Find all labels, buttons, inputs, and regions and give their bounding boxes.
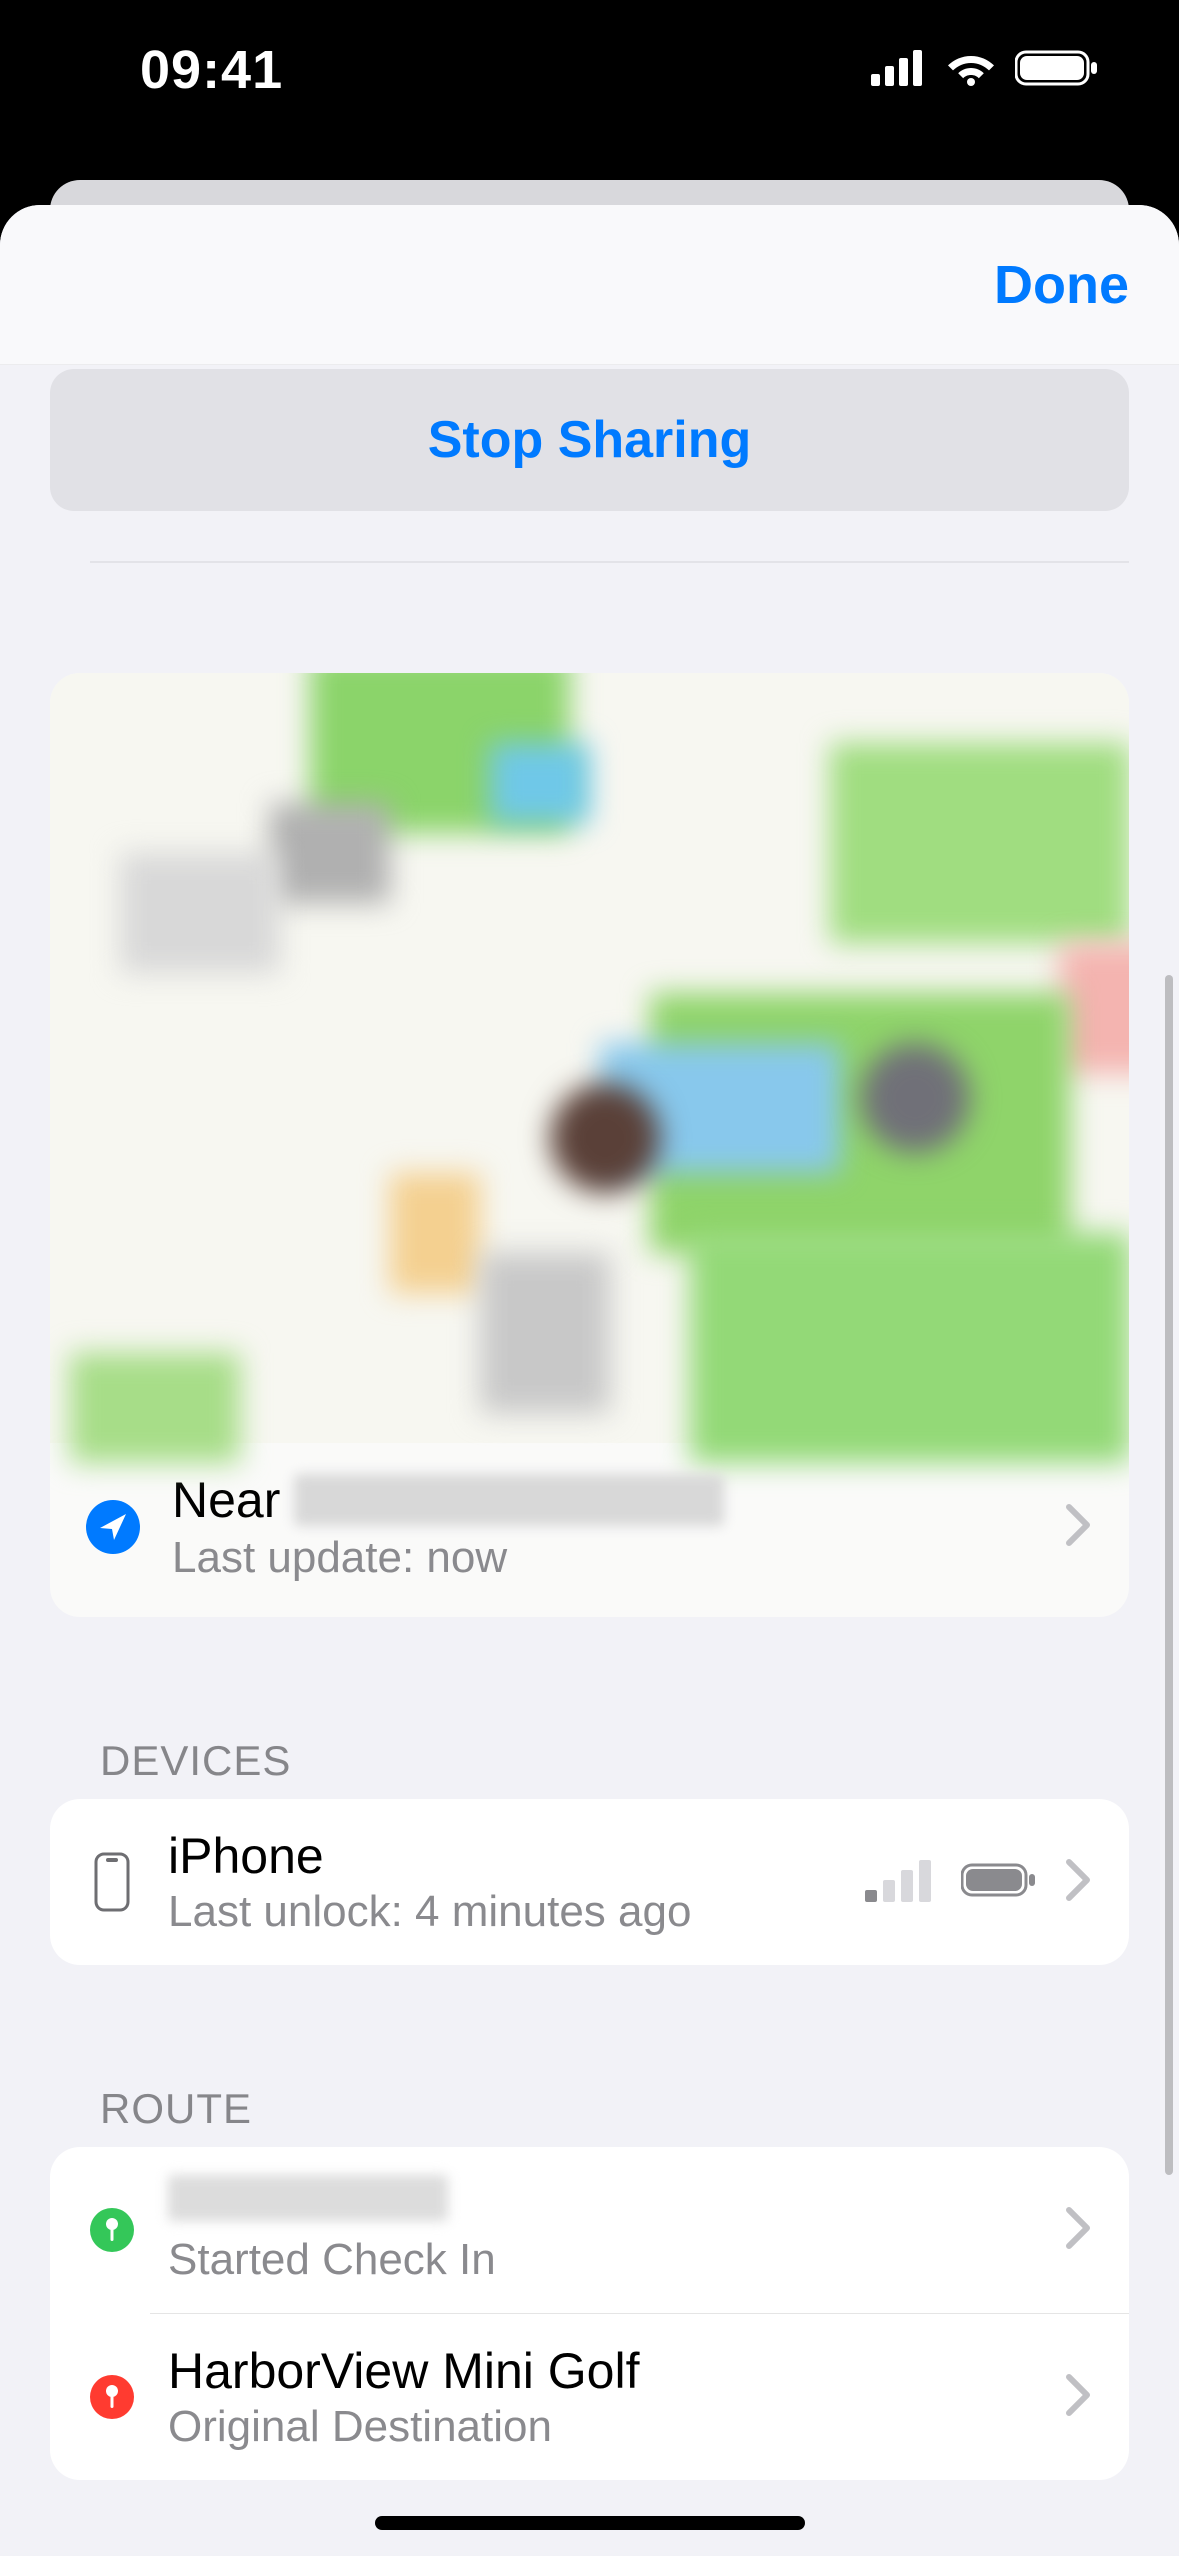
device-name: iPhone — [168, 1827, 835, 1885]
location-arrow-icon — [86, 1500, 140, 1554]
battery-icon — [1015, 49, 1099, 92]
location-near-label: Near — [172, 1471, 1031, 1529]
near-prefix: Near — [172, 1471, 280, 1529]
device-status — [865, 1856, 1093, 1909]
device-sub: Last unlock: 4 minutes ago — [168, 1887, 835, 1937]
chevron-right-icon — [1063, 2371, 1093, 2424]
iphone-icon — [86, 1852, 138, 1912]
route-header: ROUTE — [100, 2085, 1129, 2133]
route-list: Started Check In HarborView Mini Golf — [50, 2147, 1129, 2480]
map-preview[interactable] — [50, 673, 1129, 1443]
home-indicator[interactable] — [375, 2516, 805, 2530]
sheet: Done Stop Sharing — [0, 205, 1179, 2556]
nav-bar: Done — [0, 205, 1179, 365]
device-frame: 09:41 Done Stop Sharing — [0, 0, 1179, 2556]
route-dest-title: HarborView Mini Golf — [168, 2342, 1033, 2400]
location-last-update: Last update: now — [172, 1533, 1031, 1583]
content: Stop Sharing — [0, 369, 1179, 2556]
stop-sharing-button[interactable]: Stop Sharing — [50, 369, 1129, 511]
devices-header: DEVICES — [100, 1737, 1129, 1785]
route-dest-sub: Original Destination — [168, 2402, 1033, 2452]
location-name-redacted — [294, 1474, 724, 1526]
divider — [90, 561, 1129, 563]
map-card: Near Last update: now — [50, 673, 1129, 1617]
devices-list: iPhone Last unlock: 4 minutes ago — [50, 1799, 1129, 1965]
location-row[interactable]: Near Last update: now — [50, 1443, 1129, 1617]
status-bar: 09:41 — [0, 0, 1179, 180]
pin-destination-icon — [90, 2375, 134, 2419]
wifi-icon — [945, 49, 997, 92]
status-right — [871, 49, 1099, 92]
scroll-indicator — [1165, 975, 1173, 2175]
chevron-right-icon — [1063, 1501, 1093, 1554]
route-start-sub: Started Check In — [168, 2235, 1033, 2285]
signal-strength-icon — [865, 1858, 935, 1907]
device-row[interactable]: iPhone Last unlock: 4 minutes ago — [50, 1799, 1129, 1965]
route-start-title — [168, 2175, 1033, 2233]
route-start-redacted — [168, 2175, 448, 2221]
done-button[interactable]: Done — [994, 254, 1129, 316]
route-destination-row[interactable]: HarborView Mini Golf Original Destinatio… — [50, 2314, 1129, 2480]
chevron-right-icon — [1063, 1856, 1093, 1909]
status-time: 09:41 — [140, 39, 283, 101]
battery-level-icon — [961, 1862, 1037, 1903]
pin-start-icon — [90, 2208, 134, 2252]
chevron-right-icon — [1063, 2204, 1093, 2257]
cellular-icon — [871, 50, 927, 91]
route-start-row[interactable]: Started Check In — [50, 2147, 1129, 2313]
